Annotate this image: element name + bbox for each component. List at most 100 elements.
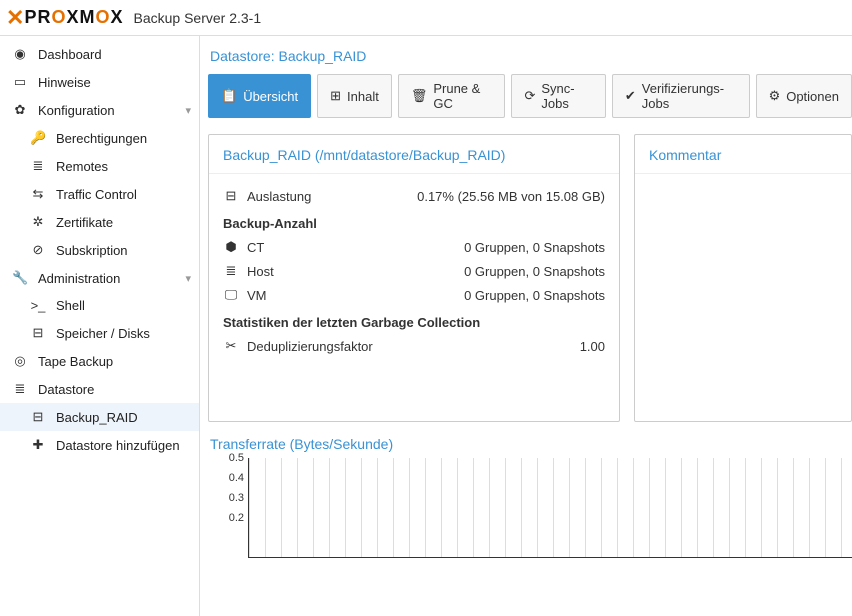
sidebar: ◉ Dashboard ▭ Hinweise ✿Konfiguration▾ 🔑 Berec…	[0, 36, 200, 616]
sidebar-item-zertifikate[interactable]: ✲ Zertifikate	[0, 208, 199, 236]
nav-icon: 🔑	[30, 130, 46, 146]
sidebar-item-label: Traffic Control	[56, 187, 191, 202]
tab-prune-gc[interactable]: 🗑Prune & GC	[398, 74, 506, 118]
tab-icon: ⚙	[769, 88, 781, 104]
sidebar-item-label: Speicher / Disks	[56, 326, 191, 341]
type-icon: ⬢	[223, 239, 239, 255]
database-icon: ⊟	[223, 188, 239, 204]
type-label: CT	[247, 240, 264, 255]
sidebar-item-label: Backup_RAID	[56, 410, 191, 425]
sidebar-item-datastore-hinzuf-gen[interactable]: ✚ Datastore hinzufügen	[0, 431, 199, 459]
sidebar-item-speicher-disks[interactable]: ⊟ Speicher / Disks	[0, 319, 199, 347]
content: Datastore: Backup_RAID 📋Übersicht⊞Inhalt…	[200, 36, 852, 616]
sidebar-item-subskription[interactable]: ⊘ Subskription	[0, 236, 199, 264]
app-header: ✕ PROXMOX Backup Server 2.3-1	[0, 0, 852, 36]
logo: ✕ PROXMOX	[6, 5, 124, 31]
tab-icon: 📋	[221, 88, 237, 104]
logo-text: PROXMOX	[24, 7, 123, 28]
sidebar-item-backup-raid[interactable]: ⊟ Backup_RAID	[0, 403, 199, 431]
comment-panel-title: Kommentar	[635, 135, 851, 174]
sidebar-item-label: Konfiguration	[38, 103, 175, 118]
nav-icon: ▭	[12, 74, 28, 90]
sidebar-item-label: Hinweise	[38, 75, 191, 90]
type-label: VM	[247, 288, 267, 303]
sidebar-item-berechtigungen[interactable]: 🔑 Berechtigungen	[0, 124, 199, 152]
dedup-label: Deduplizierungsfaktor	[247, 339, 373, 354]
sidebar-item-label: Datastore hinzufügen	[56, 438, 191, 453]
gc-stats-header: Statistiken der letzten Garbage Collecti…	[223, 307, 605, 334]
tab-inhalt[interactable]: ⊞Inhalt	[317, 74, 392, 118]
dedup-icon: ✂	[223, 338, 239, 354]
sidebar-item-administration[interactable]: 🔧 Administration ▾	[0, 264, 199, 292]
type-icon: 🖵	[223, 287, 239, 303]
sidebar-item-konfiguration[interactable]: ✿Konfiguration▾	[0, 96, 199, 124]
chart-plot-area	[248, 458, 852, 558]
tab--bersicht[interactable]: 📋 Übersicht	[208, 74, 311, 118]
nav-icon: ✚	[30, 437, 46, 453]
tab-verifizierungs-jobs[interactable]: ✔Verifizierungs-Jobs	[612, 74, 750, 118]
backup-count-row: ≣ Host 0 Gruppen, 0 Snapshots	[223, 259, 605, 283]
sidebar-item-datastore[interactable]: ≣Datastore	[0, 375, 199, 403]
tab-label: Optionen	[786, 89, 839, 104]
nav-icon: ≣	[12, 381, 28, 397]
logo-mark-icon: ✕	[6, 5, 22, 31]
sidebar-item-tape-backup[interactable]: ◎ Tape Backup	[0, 347, 199, 375]
sidebar-item-label: Shell	[56, 298, 191, 313]
chevron-down-icon: ▾	[185, 272, 191, 285]
tab-icon: ⊞	[330, 88, 341, 104]
app-title: Backup Server 2.3-1	[134, 10, 262, 26]
sidebar-item-dashboard[interactable]: ◉ Dashboard	[0, 40, 199, 68]
tab-label: Verifizierungs-Jobs	[642, 81, 737, 111]
chart-gridlines	[249, 458, 852, 557]
sidebar-item-label: Remotes	[56, 159, 191, 174]
nav-icon: ⊟	[30, 409, 46, 425]
type-icon: ≣	[223, 263, 239, 279]
nav-icon: 🔧	[12, 270, 28, 286]
tab-sync-jobs[interactable]: ⟳ Sync-Jobs	[511, 74, 605, 118]
tabs: 📋 Übersicht ⊞Inhalt🗑Prune & GC ⟳ Sync-Jobs ✔V…	[208, 74, 852, 118]
type-value: 0 Gruppen, 0 Snapshots	[464, 288, 605, 303]
tab-label: Übersicht	[243, 89, 298, 104]
nav-icon: ≣	[30, 158, 46, 174]
nav-icon: ⊘	[30, 242, 46, 258]
usage-row: ⊟ Auslastung 0.17% (25.56 MB von 15.08 G…	[223, 184, 605, 208]
backup-count-header: Backup-Anzahl	[223, 208, 605, 235]
summary-panel-title: Backup_RAID (/mnt/datastore/Backup_RAID)	[209, 135, 619, 174]
nav-icon: ◉	[12, 46, 28, 62]
transferrate-chart: 0.50.40.30.2	[208, 458, 852, 578]
usage-value: 0.17% (25.56 MB von 15.08 GB)	[417, 189, 605, 204]
nav-icon: ⊟	[30, 325, 46, 341]
summary-panel-body: ⊟ Auslastung 0.17% (25.56 MB von 15.08 G…	[209, 174, 619, 368]
nav-icon: ✲	[30, 214, 46, 230]
nav-icon: >_	[30, 298, 46, 313]
comment-panel: Kommentar	[634, 134, 852, 422]
nav-icon: ◎	[12, 353, 28, 369]
sidebar-item-label: Administration	[38, 271, 175, 286]
sidebar-item-label: Berechtigungen	[56, 131, 191, 146]
chart-y-axis: 0.50.40.30.2	[220, 458, 244, 558]
tab-label: Sync-Jobs	[541, 81, 593, 111]
chart-ytick: 0.5	[229, 452, 244, 464]
dedup-row: ✂ Deduplizierungsfaktor 1.00	[223, 334, 605, 358]
tab-optionen[interactable]: ⚙ Optionen	[756, 74, 852, 118]
type-value: 0 Gruppen, 0 Snapshots	[464, 264, 605, 279]
tab-icon: ⟳	[524, 88, 535, 104]
sidebar-item-remotes[interactable]: ≣ Remotes	[0, 152, 199, 180]
backup-count-row: ⬢ CT 0 Gruppen, 0 Snapshots	[223, 235, 605, 259]
type-label: Host	[247, 264, 274, 279]
type-value: 0 Gruppen, 0 Snapshots	[464, 240, 605, 255]
chart-ytick: 0.4	[229, 472, 244, 484]
sidebar-item-traffic-control[interactable]: ⇆Traffic Control	[0, 180, 199, 208]
sidebar-item-shell[interactable]: >_ Shell	[0, 292, 199, 319]
sidebar-item-hinweise[interactable]: ▭ Hinweise	[0, 68, 199, 96]
chart-ytick: 0.2	[229, 512, 244, 524]
transferrate-title: Transferrate (Bytes/Sekunde)	[208, 432, 852, 458]
sidebar-item-label: Subskription	[56, 243, 191, 258]
sidebar-item-label: Zertifikate	[56, 215, 191, 230]
usage-label: Auslastung	[247, 189, 311, 204]
tab-icon: 🗑	[411, 88, 428, 104]
sidebar-item-label: Dashboard	[38, 47, 191, 62]
dedup-value: 1.00	[580, 339, 605, 354]
sidebar-item-label: Tape Backup	[38, 354, 191, 369]
panels-row: Backup_RAID (/mnt/datastore/Backup_RAID)…	[208, 134, 852, 422]
